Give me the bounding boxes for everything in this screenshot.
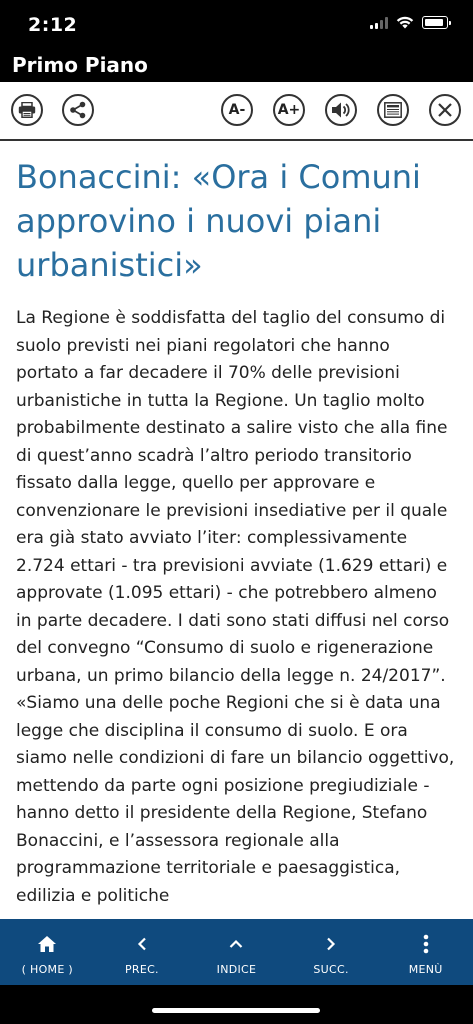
home-icon: [38, 936, 57, 952]
nav-home-button[interactable]: ( HOME ): [0, 919, 95, 985]
article-toolbar: A- A+: [0, 82, 473, 141]
nav-next-button[interactable]: SUCC.: [284, 919, 379, 985]
share-icon: [70, 101, 86, 119]
wifi-icon: [396, 16, 414, 29]
newspaper-icon: [384, 102, 402, 118]
nav-index-button[interactable]: INDICE: [189, 919, 284, 985]
share-button[interactable]: [62, 94, 94, 126]
nav-prev-label: PREC.: [124, 963, 159, 976]
home-indicator[interactable]: [152, 1008, 320, 1013]
font-increase-button[interactable]: A+: [273, 94, 305, 126]
article-content[interactable]: Bonaccini: «Ora i Comuni approvino i nuo…: [0, 141, 473, 919]
nav-index-label: INDICE: [216, 963, 257, 976]
printer-icon: [18, 102, 36, 118]
close-icon: [438, 103, 452, 117]
nav-menu-label: MENÙ: [408, 963, 443, 976]
status-icons: [370, 16, 451, 29]
close-button[interactable]: [429, 94, 461, 126]
newspaper-view-button[interactable]: [377, 94, 409, 126]
home-indicator-area: [0, 985, 473, 1024]
font-decrease-label: A-: [228, 102, 246, 118]
nav-menu-button[interactable]: MENÙ: [378, 919, 473, 985]
read-aloud-button[interactable]: [325, 94, 357, 126]
cellular-signal-icon: [370, 16, 388, 29]
nav-home-label: ( HOME ): [21, 963, 73, 976]
bottom-navigation: ( HOME ) PREC. INDICE SUCC. MENÙ: [0, 919, 473, 985]
font-increase-label: A+: [277, 102, 301, 118]
title-bar: Primo Piano: [0, 52, 473, 82]
chevron-left-icon: [137, 937, 146, 951]
font-decrease-button[interactable]: A-: [221, 94, 253, 126]
article-headline: Bonaccini: «Ora i Comuni approvino i nuo…: [16, 158, 421, 284]
speaker-icon: [332, 102, 350, 118]
more-vertical-icon: [423, 934, 428, 954]
status-bar: 2:12: [0, 0, 473, 52]
battery-icon: [422, 16, 448, 29]
chevron-up-icon: [230, 939, 243, 948]
status-time: 2:12: [28, 14, 78, 36]
page-title: Primo Piano: [12, 53, 148, 77]
print-button[interactable]: [11, 94, 43, 126]
chevron-right-icon: [327, 937, 336, 951]
nav-next-label: SUCC.: [313, 963, 349, 976]
article-body: La Regione è soddisfatta del taglio del …: [16, 308, 455, 906]
nav-prev-button[interactable]: PREC.: [95, 919, 190, 985]
